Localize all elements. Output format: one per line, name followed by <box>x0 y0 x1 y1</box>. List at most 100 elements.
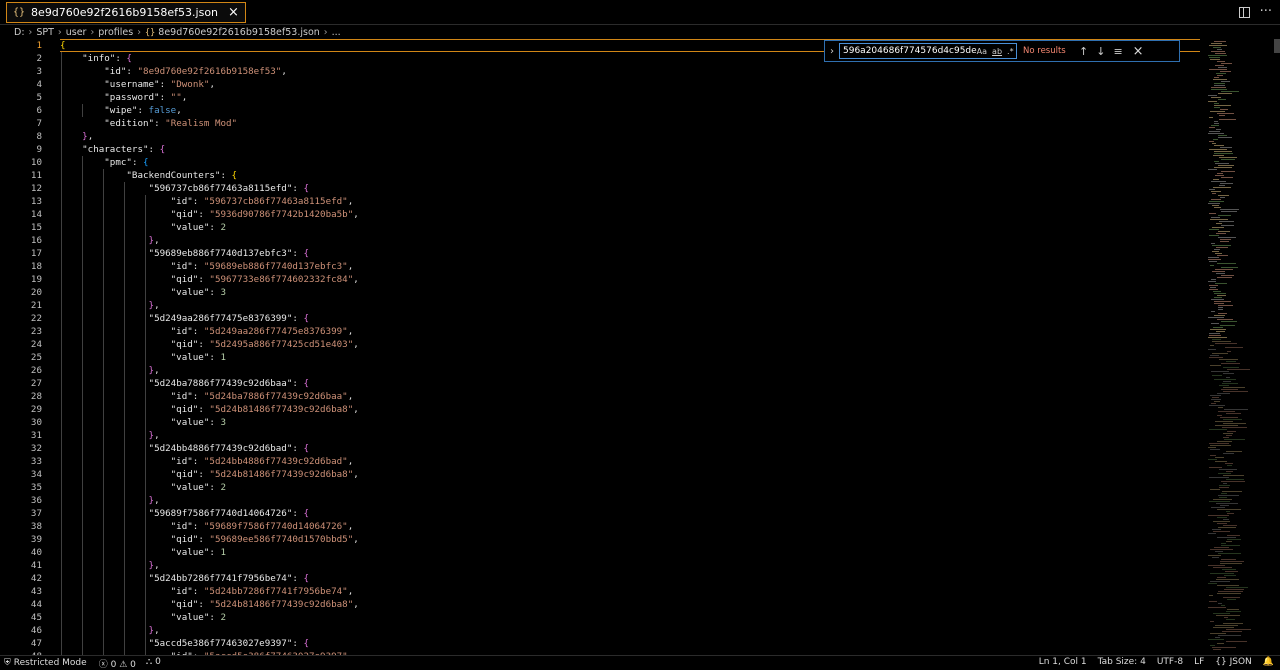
match-word-icon[interactable]: ab <box>992 47 1002 56</box>
restricted-mode-indicator[interactable]: ⛨ Restricted Mode <box>0 658 91 668</box>
minimap[interactable] <box>1200 39 1280 655</box>
code-area[interactable]: { "info": { "id": "8e9d760e92f2616b9158e… <box>60 39 1200 655</box>
minimap-line <box>1227 609 1239 610</box>
minimap-line <box>1210 111 1225 112</box>
line-number: 24 <box>30 339 42 350</box>
minimap-line <box>1223 367 1239 368</box>
code-line: }, <box>82 131 94 142</box>
minimap-line <box>1209 141 1214 142</box>
minimap-line <box>1214 297 1222 298</box>
json-icon: {} <box>145 27 156 38</box>
tab-actions: ··· <box>1238 4 1272 19</box>
code-line: "id": "59689f7586f7740d14064726", <box>170 521 354 532</box>
minimap-line <box>1209 289 1218 290</box>
minimap-line <box>1227 369 1250 370</box>
find-input[interactable]: 596a204686f774576d4c95de Aa ab .* <box>839 43 1017 59</box>
arrow-up-icon[interactable]: ↑ <box>1079 45 1088 58</box>
minimap-line <box>1210 645 1215 646</box>
counter-key: 5d249aa286f77475e8376399 <box>154 313 287 324</box>
minimap-line <box>1227 599 1236 600</box>
code-line: "password": "", <box>104 92 188 103</box>
minimap-line <box>1217 173 1223 174</box>
match-case-icon[interactable]: Aa <box>977 47 987 56</box>
line-number: 41 <box>30 560 42 571</box>
minimap-line <box>1226 619 1235 620</box>
minimap-line <box>1221 559 1236 560</box>
minimap-line <box>1217 61 1225 62</box>
code-line: "qid": "5967733e86f774602332fc84", <box>170 274 359 285</box>
minimap-line <box>1211 87 1226 88</box>
ports-indicator[interactable]: ⛬ 0 <box>146 657 161 670</box>
problems-indicator[interactable]: ⓧ 0 ⚠ 0 <box>99 657 136 670</box>
code-editor[interactable]: 1 2 3 4 5 6 7 8 9 10 11 12 13 14 15 16 17 18 19 20 21 22 23 24 2… <box>0 39 1200 655</box>
minimap-line <box>1226 451 1242 452</box>
tab-size[interactable]: Tab Size: 4 <box>1098 657 1146 667</box>
minimap-line <box>1220 71 1231 72</box>
line-number: 17 <box>30 248 42 259</box>
minimap-line <box>1219 157 1237 158</box>
breadcrumb-item[interactable]: 8e9d760e92f2616b9158ef53.json <box>158 27 319 38</box>
close-icon[interactable]: × <box>228 6 239 19</box>
bell-icon[interactable]: 🔔 <box>1263 657 1274 667</box>
arrow-down-icon[interactable]: ↓ <box>1096 45 1105 58</box>
minimap-line <box>1210 621 1214 622</box>
more-actions-icon[interactable]: ··· <box>1260 4 1272 19</box>
code-line: "qid": "5d24b81486f77439c92d6ba8", <box>170 404 359 415</box>
minimap-line <box>1208 55 1227 56</box>
minimap-line <box>1221 545 1240 546</box>
regex-icon[interactable]: .* <box>1007 47 1014 56</box>
end-of-line[interactable]: LF <box>1194 657 1204 667</box>
breadcrumb-item[interactable]: D: <box>14 27 25 38</box>
cursor-position[interactable]: Ln 1, Col 1 <box>1039 657 1087 667</box>
minimap-line <box>1223 373 1234 374</box>
line-number: 6 <box>36 105 42 116</box>
counter-key: 5d24bb7286f7741f7956be74 <box>154 573 287 584</box>
minimap-line <box>1210 329 1226 330</box>
chevron-right-icon[interactable]: › <box>825 46 839 57</box>
minimap-line <box>1222 427 1247 428</box>
line-number: 22 <box>30 313 42 324</box>
line-number: 27 <box>30 378 42 389</box>
braces-icon: {} <box>1215 657 1227 667</box>
line-number: 47 <box>30 638 42 649</box>
minimap-line <box>1208 639 1224 640</box>
minimap-line <box>1212 353 1228 354</box>
minimap-line <box>1219 185 1225 186</box>
close-icon[interactable]: × <box>1133 44 1144 59</box>
breadcrumb-item[interactable]: profiles <box>98 27 133 38</box>
code-line: "value": 3 <box>170 417 226 428</box>
scrollbar-thumb[interactable] <box>1274 39 1280 53</box>
minimap-line <box>1218 495 1239 496</box>
breadcrumb-item[interactable]: ... <box>332 27 341 38</box>
breadcrumb-item[interactable]: SPT <box>36 27 54 38</box>
chevron-right-icon: › <box>137 27 142 38</box>
minimap-line <box>1215 637 1220 638</box>
minimap-line <box>1209 57 1220 58</box>
minimap-line <box>1214 315 1225 316</box>
minimap-line <box>1227 431 1236 432</box>
split-editor-icon[interactable] <box>1238 7 1250 18</box>
minimap-line <box>1225 347 1243 348</box>
breadcrumb-item[interactable]: user <box>66 27 87 38</box>
language-mode[interactable]: {} JSON <box>1215 657 1252 667</box>
minimap-line <box>1218 231 1230 232</box>
line-number: 15 <box>30 222 42 233</box>
line-number: 35 <box>30 482 42 493</box>
minimap-line <box>1221 605 1225 606</box>
minimap-line <box>1209 131 1220 132</box>
minimap-line <box>1217 75 1223 76</box>
minimap-line <box>1217 523 1227 524</box>
line-number: 21 <box>30 300 42 311</box>
minimap-line <box>1215 461 1227 462</box>
minimap-line <box>1222 491 1242 492</box>
minimap-line <box>1213 291 1221 292</box>
editor-tab[interactable]: {} 8e9d760e92f2616b9158ef53.json × <box>6 2 246 23</box>
minimap-line <box>1224 617 1228 618</box>
minimap-line <box>1213 567 1232 568</box>
encoding[interactable]: UTF-8 <box>1157 657 1183 667</box>
minimap-line <box>1212 193 1216 194</box>
find-in-selection-icon[interactable]: ≡ <box>1113 45 1122 58</box>
line-number: 9 <box>36 144 42 155</box>
restricted-mode-label: Restricted Mode <box>13 658 87 668</box>
counter-value: 1 <box>220 547 226 558</box>
